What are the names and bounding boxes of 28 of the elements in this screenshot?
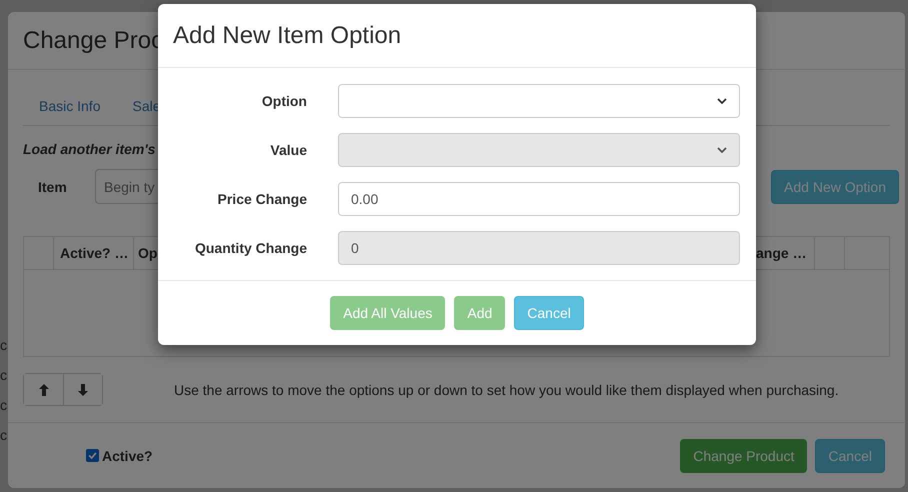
page-text-fragment: c xyxy=(0,426,8,444)
footer-button[interactable]: Cancel xyxy=(815,438,885,472)
add-new-option-button[interactable]: Add New Option xyxy=(771,170,899,204)
field-label: Price Change xyxy=(216,191,307,207)
input-field[interactable]: 0.00 xyxy=(338,182,740,216)
move-down-button[interactable] xyxy=(63,374,102,405)
field-label: Option xyxy=(260,93,307,109)
arrow-up-icon xyxy=(38,384,48,396)
chevron-down-icon xyxy=(717,98,727,104)
field-label: Value xyxy=(269,142,307,158)
dropdown-field[interactable] xyxy=(338,84,740,118)
load-item-heading: Load another item's xyxy=(23,140,156,159)
tab[interactable]: Basic Info xyxy=(23,85,116,126)
active-label: Active? xyxy=(102,448,153,464)
item-label: Item xyxy=(37,178,68,194)
active-checkbox[interactable] xyxy=(86,449,99,462)
help-text: Use the arrows to move the options up or down to set how you would like them displayed when purchasing. xyxy=(174,380,839,400)
modal-title: Add New Item Option xyxy=(173,22,402,50)
chevron-down-icon xyxy=(717,147,727,153)
page-text-fragment: c xyxy=(0,366,8,384)
table-header-cell-text: Op xyxy=(137,244,158,263)
page-text-fragment: c xyxy=(0,396,8,414)
modal-button[interactable]: Cancel xyxy=(514,296,584,330)
footer-button[interactable]: Change Product xyxy=(680,438,808,472)
arrow-down-icon xyxy=(78,384,88,396)
table-header-cell: Active? … xyxy=(54,237,134,269)
field-label: Quantity Change xyxy=(194,240,307,256)
page-text-fragment: c xyxy=(0,336,8,354)
